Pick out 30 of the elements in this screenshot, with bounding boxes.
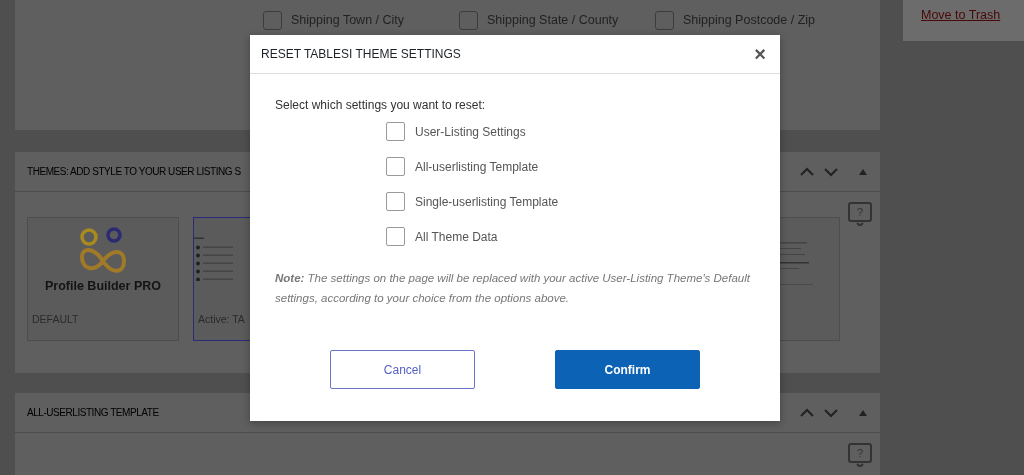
list-preview-drawing (194, 237, 235, 281)
close-button[interactable]: × (752, 44, 768, 64)
checkbox[interactable] (263, 11, 282, 30)
chevron-down-icon[interactable] (824, 407, 838, 418)
checkbox[interactable] (386, 122, 405, 141)
checkbox[interactable] (386, 227, 405, 246)
logo-text: Profile Builder PRO (45, 277, 161, 295)
checkbox[interactable] (459, 11, 478, 30)
panel-title: ALL-USERLISTING TEMPLATE (27, 406, 159, 420)
checkbox-label: Shipping Postcode / Zip (683, 12, 816, 30)
dialog-title: RESET TABLESI THEME SETTINGS (261, 46, 461, 63)
option-label: Single-userlisting Template (415, 193, 559, 211)
option-label: All-userlisting Template (415, 158, 539, 176)
checkbox[interactable] (386, 192, 405, 211)
checkbox-label: Shipping State / County (487, 12, 619, 30)
checkbox[interactable] (655, 11, 674, 30)
triangle-up-icon[interactable] (858, 167, 868, 176)
triangle-up-icon[interactable] (858, 408, 868, 417)
option-label: User-Listing Settings (415, 123, 526, 141)
cancel-button[interactable]: Cancel (330, 350, 475, 389)
confirm-button[interactable]: Confirm (555, 350, 700, 389)
panel-title: THEMES: ADD STYLE TO YOUR USER LISTING S (27, 165, 241, 179)
option-label: All Theme Data (415, 228, 498, 246)
chevron-up-icon[interactable] (800, 407, 814, 418)
note-text: Note: The settings on the page will be replaced with your active User-Listing Theme's Default settings, according to your choice from the options above. (275, 271, 752, 306)
checkbox[interactable] (386, 157, 405, 176)
chevron-up-icon[interactable] (800, 166, 814, 177)
checkbox-label: Shipping Town / City (291, 12, 405, 30)
prompt-text: Select which settings you want to reset: (275, 97, 487, 114)
chevron-down-icon[interactable] (824, 166, 838, 177)
